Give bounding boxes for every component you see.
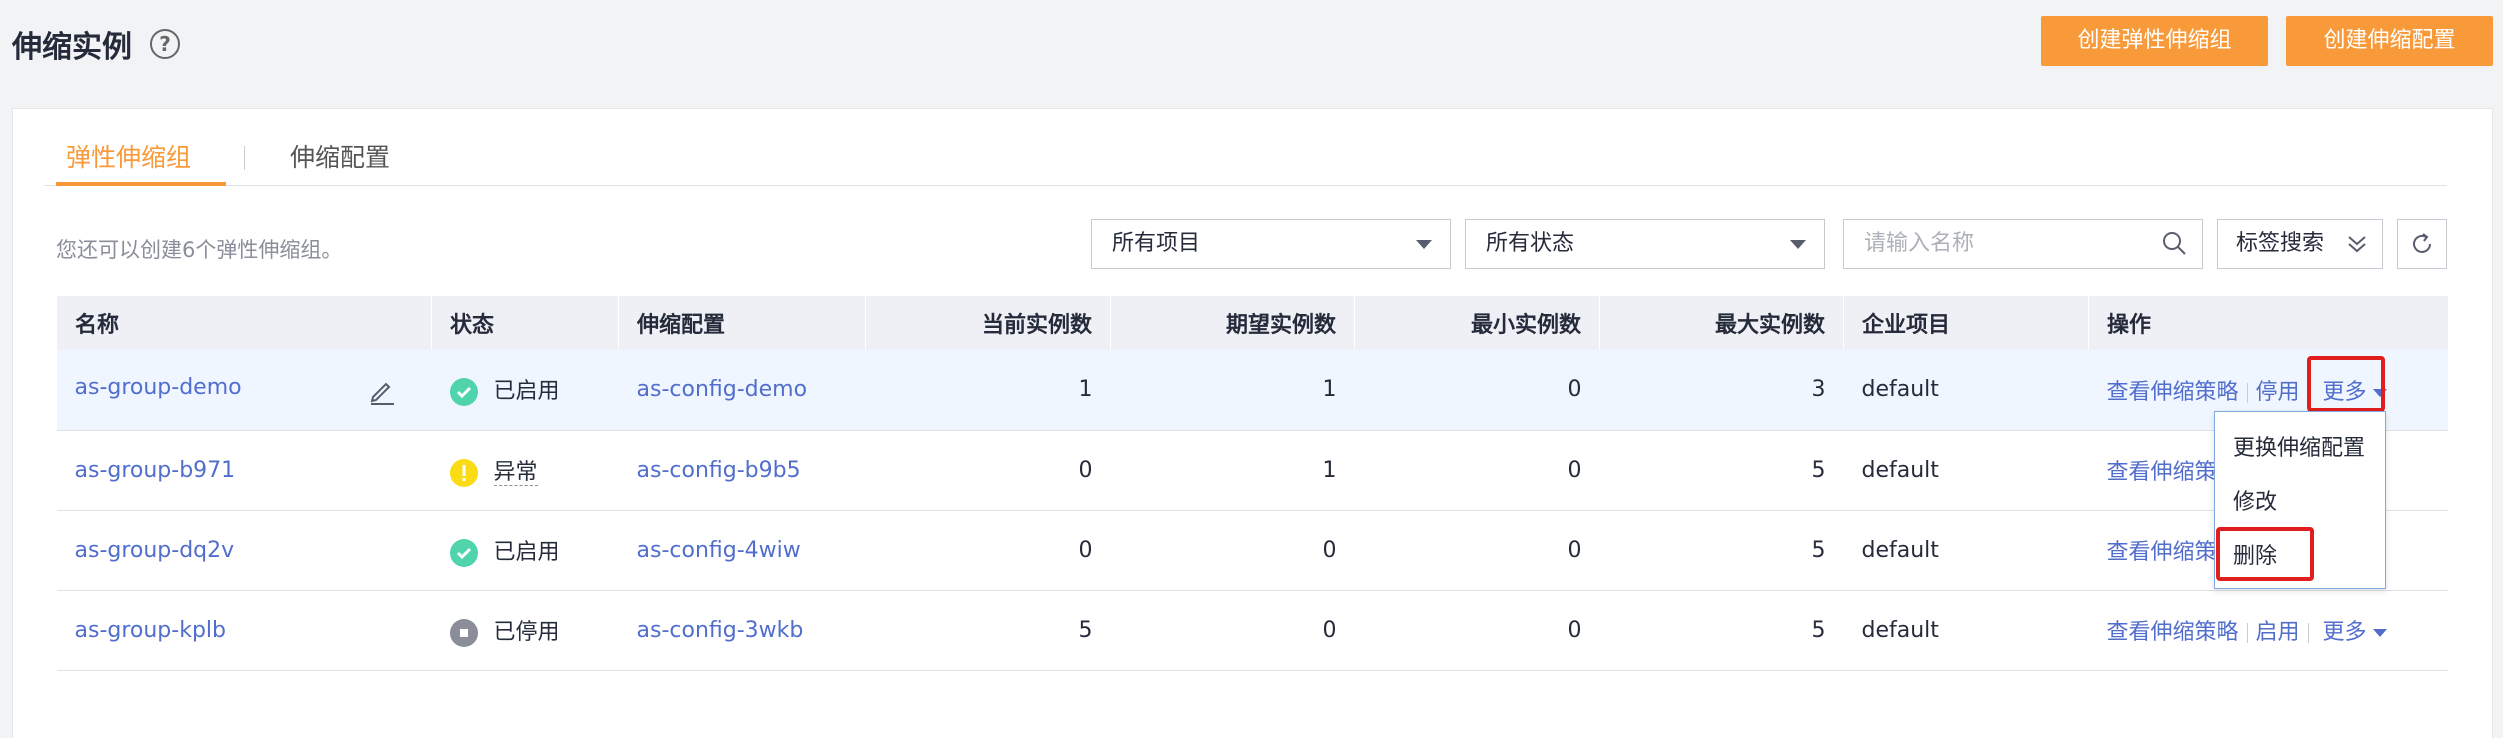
- highlight-more-outline: [2307, 356, 2385, 412]
- group-name-link[interactable]: as-group-demo: [75, 375, 242, 400]
- edit-icon[interactable]: [368, 377, 396, 405]
- column-header: 期望实例数: [1110, 296, 1355, 350]
- enable-link[interactable]: 启用: [2256, 620, 2300, 645]
- search-placeholder: 请输入名称: [1864, 231, 1975, 256]
- search-input[interactable]: 请输入名称: [1843, 219, 2203, 269]
- status-select-value: 所有状态: [1486, 231, 1575, 256]
- current-instances: 0: [865, 510, 1111, 591]
- double-chevron-down-icon: [2348, 236, 2366, 253]
- group-name-link[interactable]: as-group-b971: [75, 458, 236, 483]
- project-select-value: 所有项目: [1112, 231, 1201, 256]
- column-header: 名称: [56, 296, 432, 350]
- table-row: as-group-b971 异常 as-config-b9b5 0 1 0 5 …: [56, 430, 2448, 511]
- page-title: 伸缩实例: [12, 30, 132, 65]
- column-header: 最大实例数: [1599, 296, 1844, 350]
- status-text: 已启用: [493, 379, 560, 405]
- status-text: 已停用: [493, 619, 560, 645]
- max-instances: 3: [1599, 350, 1844, 431]
- disable-link[interactable]: 停用: [2256, 380, 2300, 405]
- desired-instances: 1: [1110, 350, 1355, 431]
- tag-search-button[interactable]: 标签搜索: [2217, 219, 2383, 269]
- more-link[interactable]: 更多: [2323, 620, 2367, 645]
- status-warning-icon: [449, 458, 478, 487]
- menu-item-modify[interactable]: 修改: [2233, 484, 2277, 516]
- caret-down-icon: [2372, 629, 2387, 637]
- group-name-link[interactable]: as-group-kplb: [75, 618, 227, 643]
- status-ok-icon: [449, 378, 478, 407]
- more-menu-trigger[interactable]: 更多: [2317, 614, 2393, 646]
- min-instances: 0: [1354, 350, 1600, 431]
- desired-instances: 0: [1110, 510, 1355, 591]
- config-link[interactable]: as-config-demo: [637, 377, 808, 402]
- menu-item-change-config[interactable]: 更换伸缩配置: [2233, 430, 2365, 462]
- view-policy-link[interactable]: 查看伸缩策略: [2107, 620, 2239, 645]
- quota-text: 您还可以创建6个弹性伸缩组。: [56, 238, 343, 262]
- column-header: 伸缩配置: [618, 296, 866, 350]
- min-instances: 0: [1354, 590, 1600, 671]
- caret-down-icon: [1416, 240, 1432, 249]
- search-icon[interactable]: [2162, 231, 2186, 255]
- status-select[interactable]: 所有状态: [1465, 219, 1825, 269]
- refresh-icon: [2413, 233, 2431, 253]
- tab-bar: 弹性伸缩组 伸缩配置: [44, 140, 2447, 186]
- config-link[interactable]: as-config-3wkb: [637, 618, 804, 643]
- highlight-delete-outline: [2216, 527, 2314, 581]
- desired-instances: 0: [1110, 590, 1355, 671]
- desired-instances: 1: [1110, 430, 1355, 511]
- view-policy-link[interactable]: 查看伸缩策: [2107, 460, 2217, 485]
- tab-divider: [244, 146, 245, 170]
- max-instances: 5: [1599, 510, 1844, 591]
- current-instances: 0: [865, 430, 1111, 511]
- scaling-group-table: 名称 状态 伸缩配置 当前实例数 期望实例数 最小实例数 最大实例数 企业项目 …: [56, 296, 2448, 671]
- view-policy-link[interactable]: 查看伸缩策略: [2107, 380, 2239, 405]
- caret-down-icon: [1790, 240, 1806, 249]
- table-row: as-group-dq2v 已启用 as-config-4wiw 0 0 0 5…: [56, 510, 2448, 591]
- status-ok-icon: [449, 538, 478, 567]
- enterprise-project: default: [1843, 430, 2089, 511]
- enterprise-project: default: [1843, 590, 2089, 671]
- tag-search-label: 标签搜索: [2236, 231, 2325, 256]
- project-select[interactable]: 所有项目: [1091, 219, 1451, 269]
- column-header: 企业项目: [1843, 296, 2089, 350]
- config-link[interactable]: as-config-4wiw: [637, 538, 801, 563]
- column-header: 当前实例数: [865, 296, 1111, 350]
- status-text[interactable]: 异常: [493, 459, 538, 486]
- status-stopped-icon: [449, 618, 478, 647]
- column-header: 状态: [431, 296, 619, 350]
- config-link[interactable]: as-config-b9b5: [637, 458, 801, 483]
- table-row: as-group-kplb 已停用 as-config-3wkb 5 0 0 5…: [56, 590, 2448, 671]
- refresh-button[interactable]: [2397, 219, 2447, 269]
- status-text: 已启用: [493, 539, 560, 565]
- tab-scaling-configs[interactable]: 伸缩配置: [290, 140, 390, 186]
- min-instances: 0: [1354, 510, 1600, 591]
- enterprise-project: default: [1843, 510, 2089, 591]
- table-row: as-group-demo 已启用 as-config-demo 1 1 0 3…: [56, 350, 2448, 431]
- column-header: 最小实例数: [1354, 296, 1600, 350]
- create-scaling-config-button[interactable]: 创建伸缩配置: [2286, 16, 2493, 66]
- enterprise-project: default: [1843, 350, 2089, 431]
- column-header: 操作: [2088, 296, 2448, 350]
- current-instances: 1: [865, 350, 1111, 431]
- view-policy-link[interactable]: 查看伸缩策: [2107, 540, 2217, 565]
- max-instances: 5: [1599, 430, 1844, 511]
- tab-scaling-groups[interactable]: 弹性伸缩组: [56, 140, 226, 186]
- group-name-link[interactable]: as-group-dq2v: [75, 538, 235, 563]
- min-instances: 0: [1354, 430, 1600, 511]
- current-instances: 5: [865, 590, 1111, 671]
- max-instances: 5: [1599, 590, 1844, 671]
- table-header-row: 名称 状态 伸缩配置 当前实例数 期望实例数 最小实例数 最大实例数 企业项目 …: [56, 296, 2448, 350]
- create-scaling-group-button[interactable]: 创建弹性伸缩组: [2041, 16, 2268, 66]
- help-icon[interactable]: ?: [150, 29, 180, 59]
